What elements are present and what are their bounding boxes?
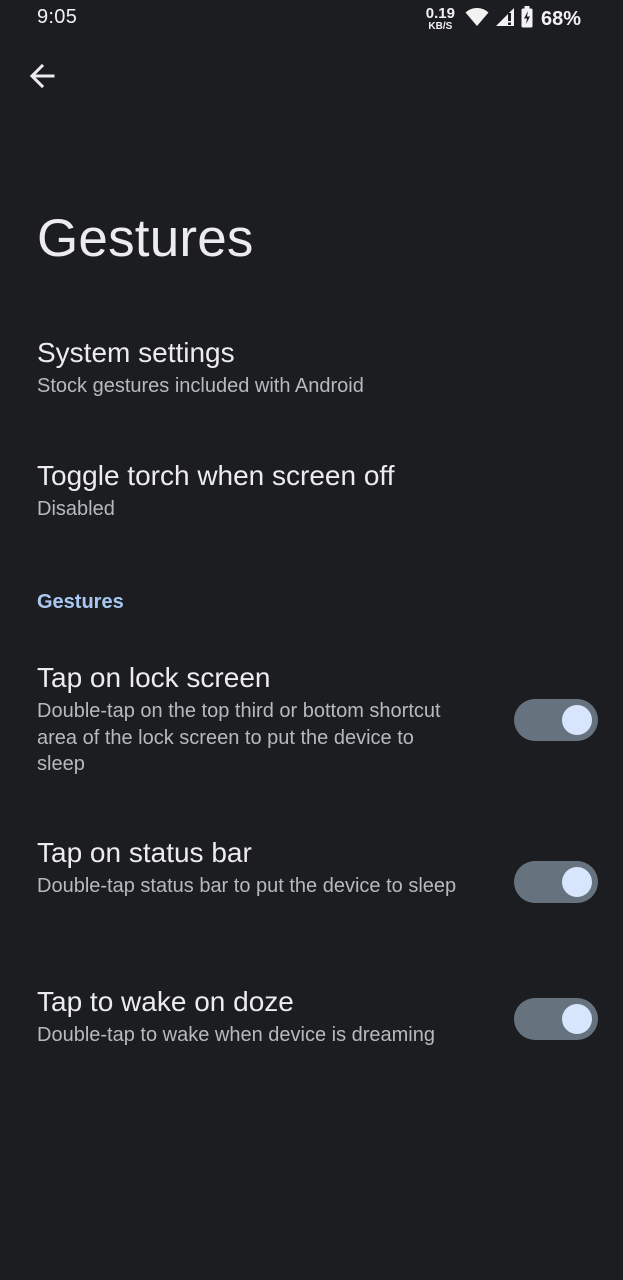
- tap-on-lock-screen-item[interactable]: Tap on lock screen Double-tap on the top…: [37, 660, 597, 778]
- tap-on-lock-screen-title: Tap on lock screen: [37, 662, 271, 693]
- status-icons: 0.19 KB/S 68%: [426, 4, 581, 34]
- section-header-gestures: Gestures: [37, 591, 124, 613]
- back-button[interactable]: [22, 58, 62, 98]
- switch-thumb: [562, 1004, 592, 1034]
- network-speed: 0.19 KB/S: [426, 6, 455, 32]
- tap-on-status-bar-item[interactable]: Tap on status bar Double-tap status bar …: [37, 835, 597, 900]
- network-speed-unit: KB/S: [428, 21, 453, 32]
- tap-to-wake-on-doze-switch[interactable]: [514, 998, 598, 1040]
- tap-to-wake-on-doze-title: Tap to wake on doze: [37, 986, 294, 1017]
- status-bar: 9:05 0.19 KB/S 68%: [0, 0, 623, 38]
- cell-signal-icon: [495, 7, 515, 32]
- system-settings-item[interactable]: System settings Stock gestures included …: [37, 335, 597, 400]
- toggle-torch-title: Toggle torch when screen off: [37, 460, 395, 491]
- tap-to-wake-on-doze-summary: Double-tap to wake when device is dreami…: [37, 1024, 435, 1046]
- switch-thumb: [562, 705, 592, 735]
- tap-on-status-bar-title: Tap on status bar: [37, 837, 252, 868]
- tap-on-lock-screen-summary: Double-tap on the top third or bottom sh…: [37, 700, 441, 775]
- toggle-torch-summary: Disabled: [37, 498, 115, 520]
- battery-charging-icon: [521, 5, 533, 33]
- battery-percent: 68%: [540, 7, 581, 30]
- toggle-torch-item[interactable]: Toggle torch when screen off Disabled: [37, 458, 597, 523]
- tap-on-status-bar-switch[interactable]: [514, 861, 598, 903]
- system-settings-summary: Stock gestures included with Android: [37, 375, 364, 397]
- switch-thumb: [562, 867, 592, 897]
- network-speed-value: 0.19: [425, 5, 455, 22]
- status-time: 9:05: [37, 6, 78, 28]
- tap-to-wake-on-doze-item[interactable]: Tap to wake on doze Double-tap to wake w…: [37, 984, 597, 1049]
- tap-on-lock-screen-switch[interactable]: [514, 699, 598, 741]
- back-arrow-icon: [28, 62, 56, 95]
- tap-on-status-bar-summary: Double-tap status bar to put the device …: [37, 875, 457, 897]
- system-settings-title: System settings: [37, 337, 235, 368]
- wifi-icon: [465, 7, 489, 32]
- page-title: Gestures: [37, 209, 254, 268]
